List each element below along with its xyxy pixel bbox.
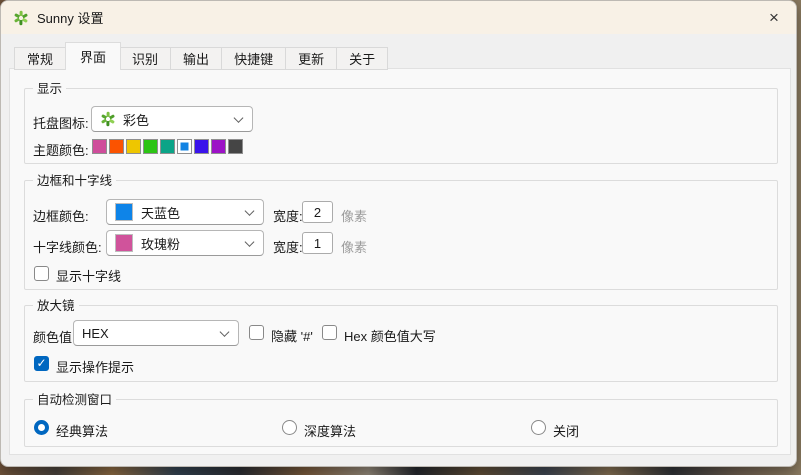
tray-icon-dropdown[interactable]: 彩色 bbox=[91, 106, 253, 132]
theme-swatch-blue-selected[interactable] bbox=[177, 139, 192, 154]
magnifier-group-legend: 放大镜 bbox=[33, 298, 79, 314]
show-tips-checkbox[interactable] bbox=[34, 356, 49, 371]
theme-swatch-orange[interactable] bbox=[109, 139, 124, 154]
hex-uppercase-label: Hex 颜色值大写 bbox=[344, 326, 436, 345]
settings-window: Sunny 设置 × 常规 界面 识别 输出 快捷键 更新 关于 显示 托盘图标… bbox=[0, 0, 797, 467]
show-tips-label: 显示操作提示 bbox=[56, 357, 134, 376]
close-button[interactable]: × bbox=[758, 4, 790, 31]
tray-icon-label: 托盘图标: bbox=[33, 113, 89, 132]
color-format-label: 颜色值: bbox=[33, 327, 76, 346]
border-color-swatch bbox=[115, 203, 133, 221]
auto-detect-group: 自动检测窗口 经典算法 深度算法 关闭 bbox=[24, 399, 778, 447]
crosshair-color-label: 十字线颜色: bbox=[33, 237, 102, 256]
crosshair-width-label: 宽度: bbox=[273, 237, 303, 256]
tab-strip: 常规 界面 识别 输出 快捷键 更新 关于 bbox=[14, 42, 388, 70]
hide-hash-checkbox[interactable] bbox=[249, 325, 264, 340]
tab-recognition[interactable]: 识别 bbox=[120, 47, 171, 70]
tab-hotkeys[interactable]: 快捷键 bbox=[222, 47, 286, 70]
titlebar: Sunny 设置 × bbox=[1, 1, 796, 34]
tab-about[interactable]: 关于 bbox=[337, 47, 388, 70]
border-width-unit: 像素 bbox=[341, 206, 367, 225]
radio-classic-algorithm[interactable] bbox=[34, 420, 49, 435]
crosshair-width-unit: 像素 bbox=[341, 237, 367, 256]
tab-update[interactable]: 更新 bbox=[286, 47, 337, 70]
border-color-dropdown[interactable]: 天蓝色 bbox=[106, 199, 264, 225]
border-width-input[interactable] bbox=[302, 201, 333, 223]
display-group-legend: 显示 bbox=[33, 81, 66, 97]
chevron-down-icon bbox=[245, 237, 255, 247]
magnifier-group: 放大镜 颜色值: HEX 隐藏 '#' Hex 颜色值大写 显示操作提示 bbox=[24, 305, 778, 382]
chevron-down-icon bbox=[220, 327, 230, 337]
display-group: 显示 托盘图标: 彩色 主题颜色: bbox=[24, 88, 778, 164]
tab-page-interface: 显示 托盘图标: 彩色 主题颜色: bbox=[9, 68, 791, 455]
color-format-value: HEX bbox=[82, 326, 109, 341]
tray-color-icon bbox=[100, 111, 116, 127]
auto-detect-group-legend: 自动检测窗口 bbox=[33, 392, 116, 408]
tray-icon-value: 彩色 bbox=[123, 110, 149, 129]
theme-swatch-green[interactable] bbox=[143, 139, 158, 154]
radio-off-label: 关闭 bbox=[553, 421, 579, 440]
chevron-down-icon bbox=[245, 206, 255, 216]
border-crosshair-group: 边框和十字线 边框颜色: 天蓝色 宽度: 像素 十字线颜色: 玫瑰粉 宽度: 像… bbox=[24, 180, 778, 290]
tab-general[interactable]: 常规 bbox=[14, 47, 66, 70]
crosshair-width-input[interactable] bbox=[302, 232, 333, 254]
border-width-label: 宽度: bbox=[273, 206, 303, 225]
show-crosshair-label: 显示十字线 bbox=[56, 266, 121, 285]
crosshair-color-swatch bbox=[115, 234, 133, 252]
border-color-label: 边框颜色: bbox=[33, 206, 89, 225]
theme-swatch-indigo[interactable] bbox=[194, 139, 209, 154]
theme-swatch-pink[interactable] bbox=[92, 139, 107, 154]
radio-deep-algorithm[interactable] bbox=[282, 420, 297, 435]
hex-uppercase-checkbox[interactable] bbox=[322, 325, 337, 340]
border-color-value: 天蓝色 bbox=[141, 203, 180, 222]
theme-swatch-purple[interactable] bbox=[211, 139, 226, 154]
theme-color-label: 主题颜色: bbox=[33, 140, 89, 159]
radio-off[interactable] bbox=[531, 420, 546, 435]
show-crosshair-checkbox[interactable] bbox=[34, 266, 49, 281]
radio-classic-label: 经典算法 bbox=[56, 421, 108, 440]
chevron-down-icon bbox=[234, 113, 244, 123]
tab-output[interactable]: 输出 bbox=[171, 47, 222, 70]
theme-swatch-gray[interactable] bbox=[228, 139, 243, 154]
crosshair-color-dropdown[interactable]: 玫瑰粉 bbox=[106, 230, 264, 256]
app-logo-icon bbox=[13, 10, 29, 26]
window-title: Sunny 设置 bbox=[37, 8, 103, 27]
crosshair-color-value: 玫瑰粉 bbox=[141, 234, 180, 253]
border-group-legend: 边框和十字线 bbox=[33, 173, 116, 189]
theme-swatch-teal[interactable] bbox=[160, 139, 175, 154]
color-format-dropdown[interactable]: HEX bbox=[73, 320, 239, 346]
tab-interface[interactable]: 界面 bbox=[65, 42, 121, 70]
hide-hash-label: 隐藏 '#' bbox=[271, 326, 313, 345]
theme-swatch-gold[interactable] bbox=[126, 139, 141, 154]
theme-color-swatches bbox=[92, 139, 245, 154]
radio-deep-label: 深度算法 bbox=[304, 421, 356, 440]
